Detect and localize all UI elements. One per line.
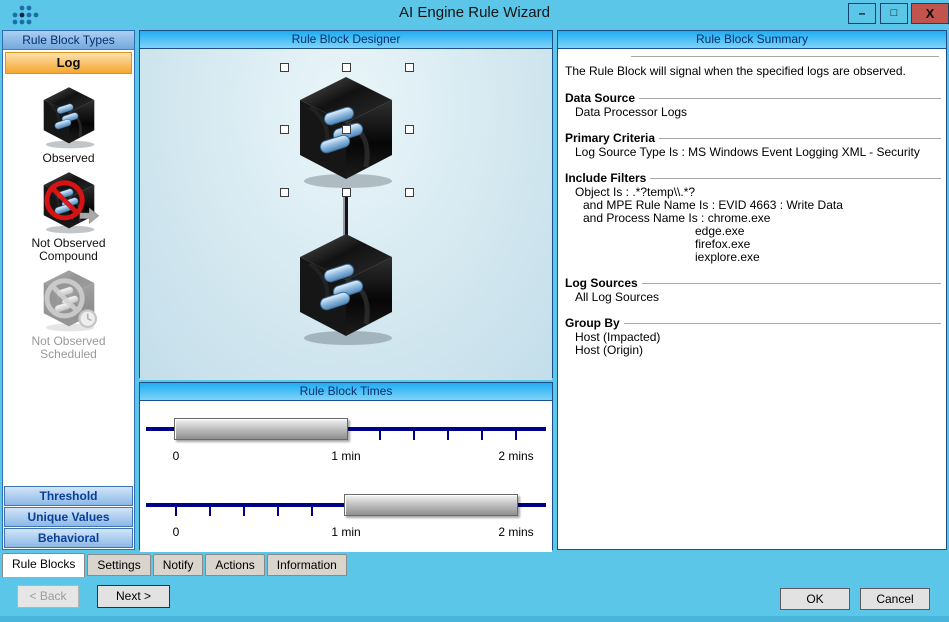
category-tab-log[interactable]: Log — [5, 52, 132, 74]
rule-block-times-header: Rule Block Times — [140, 383, 552, 401]
slider-axis-label: 1 min — [331, 449, 360, 463]
summary-section-log-sources: Log SourcesAll Log Sources — [565, 276, 941, 304]
ai-engine-rule-wizard-window: AI Engine Rule Wizard – □ X Rule Block T… — [0, 0, 949, 622]
rule-block-type-label: Not Observed Compound — [9, 237, 129, 263]
rule-block-summary-panel: Rule Block Summary The Rule Block will s… — [557, 30, 947, 550]
slider-tick — [243, 505, 245, 516]
rule-block-times-panel: Rule Block Times 0 1 min 2 mins 0 1 min 2 min… — [139, 382, 553, 550]
summary-line: All Log Sources — [565, 291, 941, 304]
slider-tick — [413, 429, 415, 440]
summary-section-divider — [624, 323, 941, 324]
scheduled-cube-icon — [36, 267, 102, 333]
summary-section-group-by: Group ByHost (Impacted)Host (Origin) — [565, 316, 941, 357]
close-button[interactable]: X — [911, 3, 949, 24]
time-slider-rule-block-2-time: 0 1 min 2 mins — [140, 494, 552, 546]
summary-section-include-filters: Include FiltersObject Is : .*?temp\\.*?a… — [565, 171, 941, 264]
rule-block-category-buttons: ThresholdUnique ValuesBehavioral — [3, 485, 134, 549]
slider-axis-label: 0 — [173, 525, 180, 539]
maximize-button[interactable]: □ — [880, 3, 908, 24]
tab-actions[interactable]: Actions — [205, 554, 264, 576]
time-range-bar[interactable] — [174, 418, 348, 440]
summary-section-title: Data Source — [565, 91, 635, 105]
summary-line: Host (Origin) — [565, 344, 941, 357]
summary-section-divider — [639, 98, 941, 99]
tab-notify[interactable]: Notify — [153, 554, 204, 576]
rule-block-type-list: Observed Not Observed Compound Not Observe… — [3, 76, 134, 485]
category-button-threshold[interactable]: Threshold — [4, 486, 133, 506]
summary-line: iexplore.exe — [565, 251, 941, 264]
ok-button[interactable]: OK — [780, 588, 850, 610]
summary-section-primary-criteria: Primary CriteriaLog Source Type Is : MS … — [565, 131, 941, 159]
slider-tick — [175, 505, 177, 516]
titlebar: AI Engine Rule Wizard – □ X — [0, 0, 949, 28]
window-title: AI Engine Rule Wizard — [0, 4, 949, 21]
summary-line: Log Source Type Is : MS Windows Event Lo… — [565, 146, 941, 159]
slider-tick — [277, 505, 279, 516]
tab-information[interactable]: Information — [267, 554, 347, 576]
category-button-behavioral[interactable]: Behavioral — [4, 528, 133, 548]
rule-block-type-label: Not Observed Scheduled — [9, 335, 129, 361]
rule-block-designer-header: Rule Block Designer — [140, 31, 552, 49]
rule-block-types-header: Rule Block Types — [3, 31, 134, 50]
summary-line: edge.exe — [565, 225, 941, 238]
slider-tick — [379, 429, 381, 440]
rule-block-type-label: Observed — [42, 152, 94, 165]
selection-handle[interactable] — [405, 188, 414, 197]
time-range-bar[interactable] — [344, 494, 518, 516]
slider-axis-label: 0 — [173, 449, 180, 463]
category-button-unique-values[interactable]: Unique Values — [4, 507, 133, 527]
selection-handle[interactable] — [405, 63, 414, 72]
slider-tick — [311, 505, 313, 516]
slider-axis-label: 2 mins — [498, 449, 533, 463]
summary-sections: Data SourceData Processor Logs Primary Cr… — [565, 91, 941, 357]
summary-line: and Process Name Is : chrome.exe — [565, 212, 941, 225]
tab-settings[interactable]: Settings — [87, 554, 150, 576]
rule-block-type-observed[interactable]: Observed — [36, 84, 102, 165]
summary-section-title: Group By — [565, 316, 620, 330]
rule-block-summary-body: The Rule Block will signal when the spec… — [558, 49, 946, 369]
summary-section-title: Log Sources — [565, 276, 638, 290]
rule-block-designer-panel: Rule Block Designer — [139, 30, 553, 378]
slider-tick — [447, 429, 449, 440]
slider-axis-label: 1 min — [331, 525, 360, 539]
time-slider-rule-block-1-time: 0 1 min 2 mins — [140, 418, 552, 470]
slider-tick — [209, 505, 211, 516]
rule-block-type-not-observed-scheduled: Not Observed Scheduled — [9, 267, 129, 361]
summary-section-data-source: Data SourceData Processor Logs — [565, 91, 941, 119]
next-button[interactable]: Next > — [97, 585, 170, 608]
rule-block-type-not-observed-compound[interactable]: Not Observed Compound — [9, 169, 129, 263]
summary-top-divider — [631, 56, 939, 57]
minimize-button[interactable]: – — [848, 3, 876, 24]
cancel-button[interactable]: Cancel — [860, 588, 930, 610]
summary-intro-text: The Rule Block will signal when the spec… — [565, 65, 941, 78]
back-button: < Back — [17, 585, 79, 608]
selection-handle[interactable] — [342, 125, 351, 134]
observed-cube-icon — [36, 84, 102, 150]
selection-handle[interactable] — [405, 125, 414, 134]
slider-tick — [481, 429, 483, 440]
summary-section-title: Include Filters — [565, 171, 646, 185]
summary-line: Data Processor Logs — [565, 106, 941, 119]
summary-section-divider — [642, 283, 941, 284]
rule-block-types-panel: Rule Block Types Log Observed Not Observe… — [2, 30, 135, 550]
slider-axis-label: 2 mins — [498, 525, 533, 539]
rule-block-summary-header: Rule Block Summary — [558, 31, 946, 49]
designer-canvas[interactable] — [140, 49, 552, 380]
rule-block-cube-2[interactable] — [286, 228, 406, 348]
rule-block-times-body: 0 1 min 2 mins 0 1 min 2 mins — [140, 401, 552, 552]
not-observed-cube-icon — [36, 169, 102, 235]
summary-section-divider — [650, 178, 941, 179]
summary-section-divider — [659, 138, 941, 139]
summary-section-title: Primary Criteria — [565, 131, 655, 145]
wizard-tabstrip: Rule BlocksSettingsNotifyActionsInformat… — [2, 552, 349, 577]
tab-rule-blocks[interactable]: Rule Blocks — [2, 553, 85, 577]
slider-tick — [515, 429, 517, 440]
